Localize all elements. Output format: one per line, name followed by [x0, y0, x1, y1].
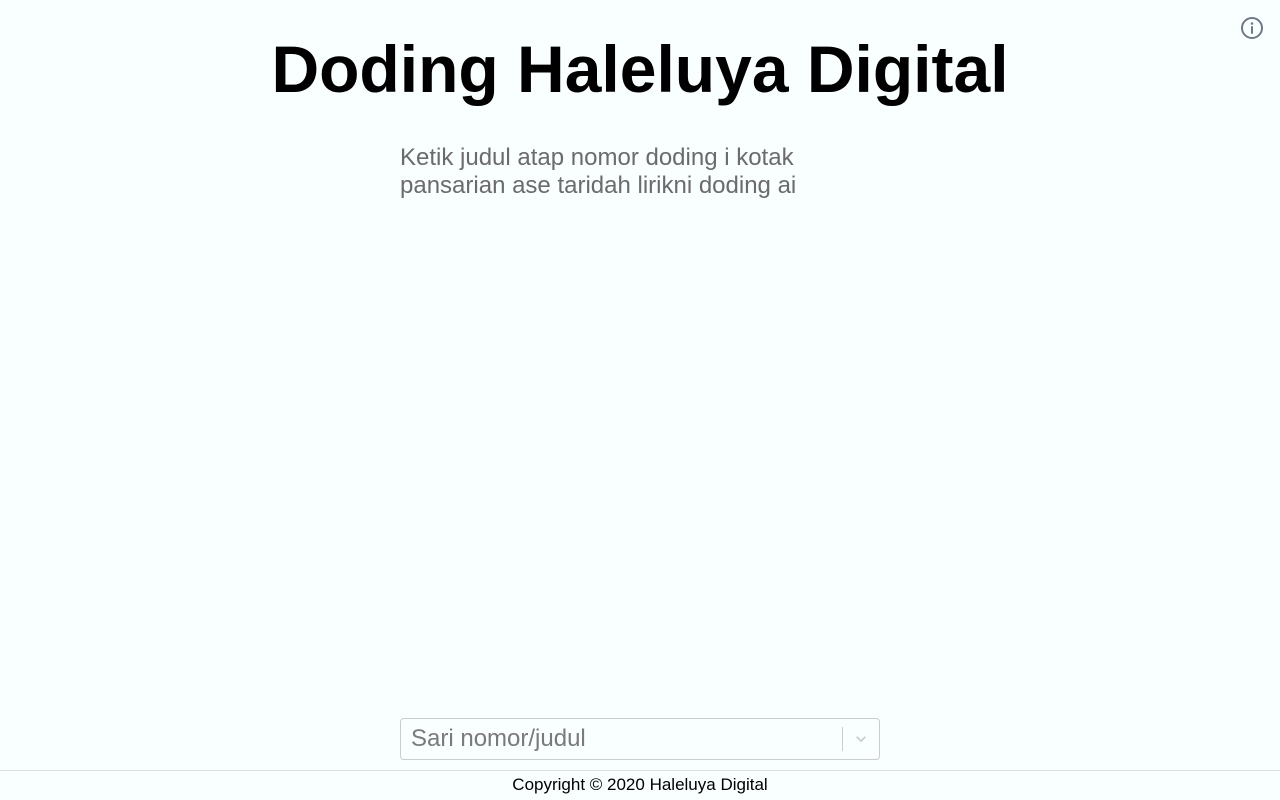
page-title: Doding Haleluya Digital: [271, 32, 1009, 106]
dropdown-toggle[interactable]: [843, 720, 879, 758]
footer: Copyright © 2020 Haleluya Digital: [0, 770, 1280, 800]
copyright-text: Copyright © 2020 Haleluya Digital: [512, 775, 768, 794]
search-select[interactable]: [400, 718, 880, 760]
instructions-text: Ketik judul atap nomor doding i kotak pa…: [400, 144, 797, 199]
chevron-down-icon: [856, 736, 866, 742]
search-input[interactable]: [401, 720, 842, 758]
page: Doding Haleluya Digital Ketik judul atap…: [0, 0, 1280, 800]
